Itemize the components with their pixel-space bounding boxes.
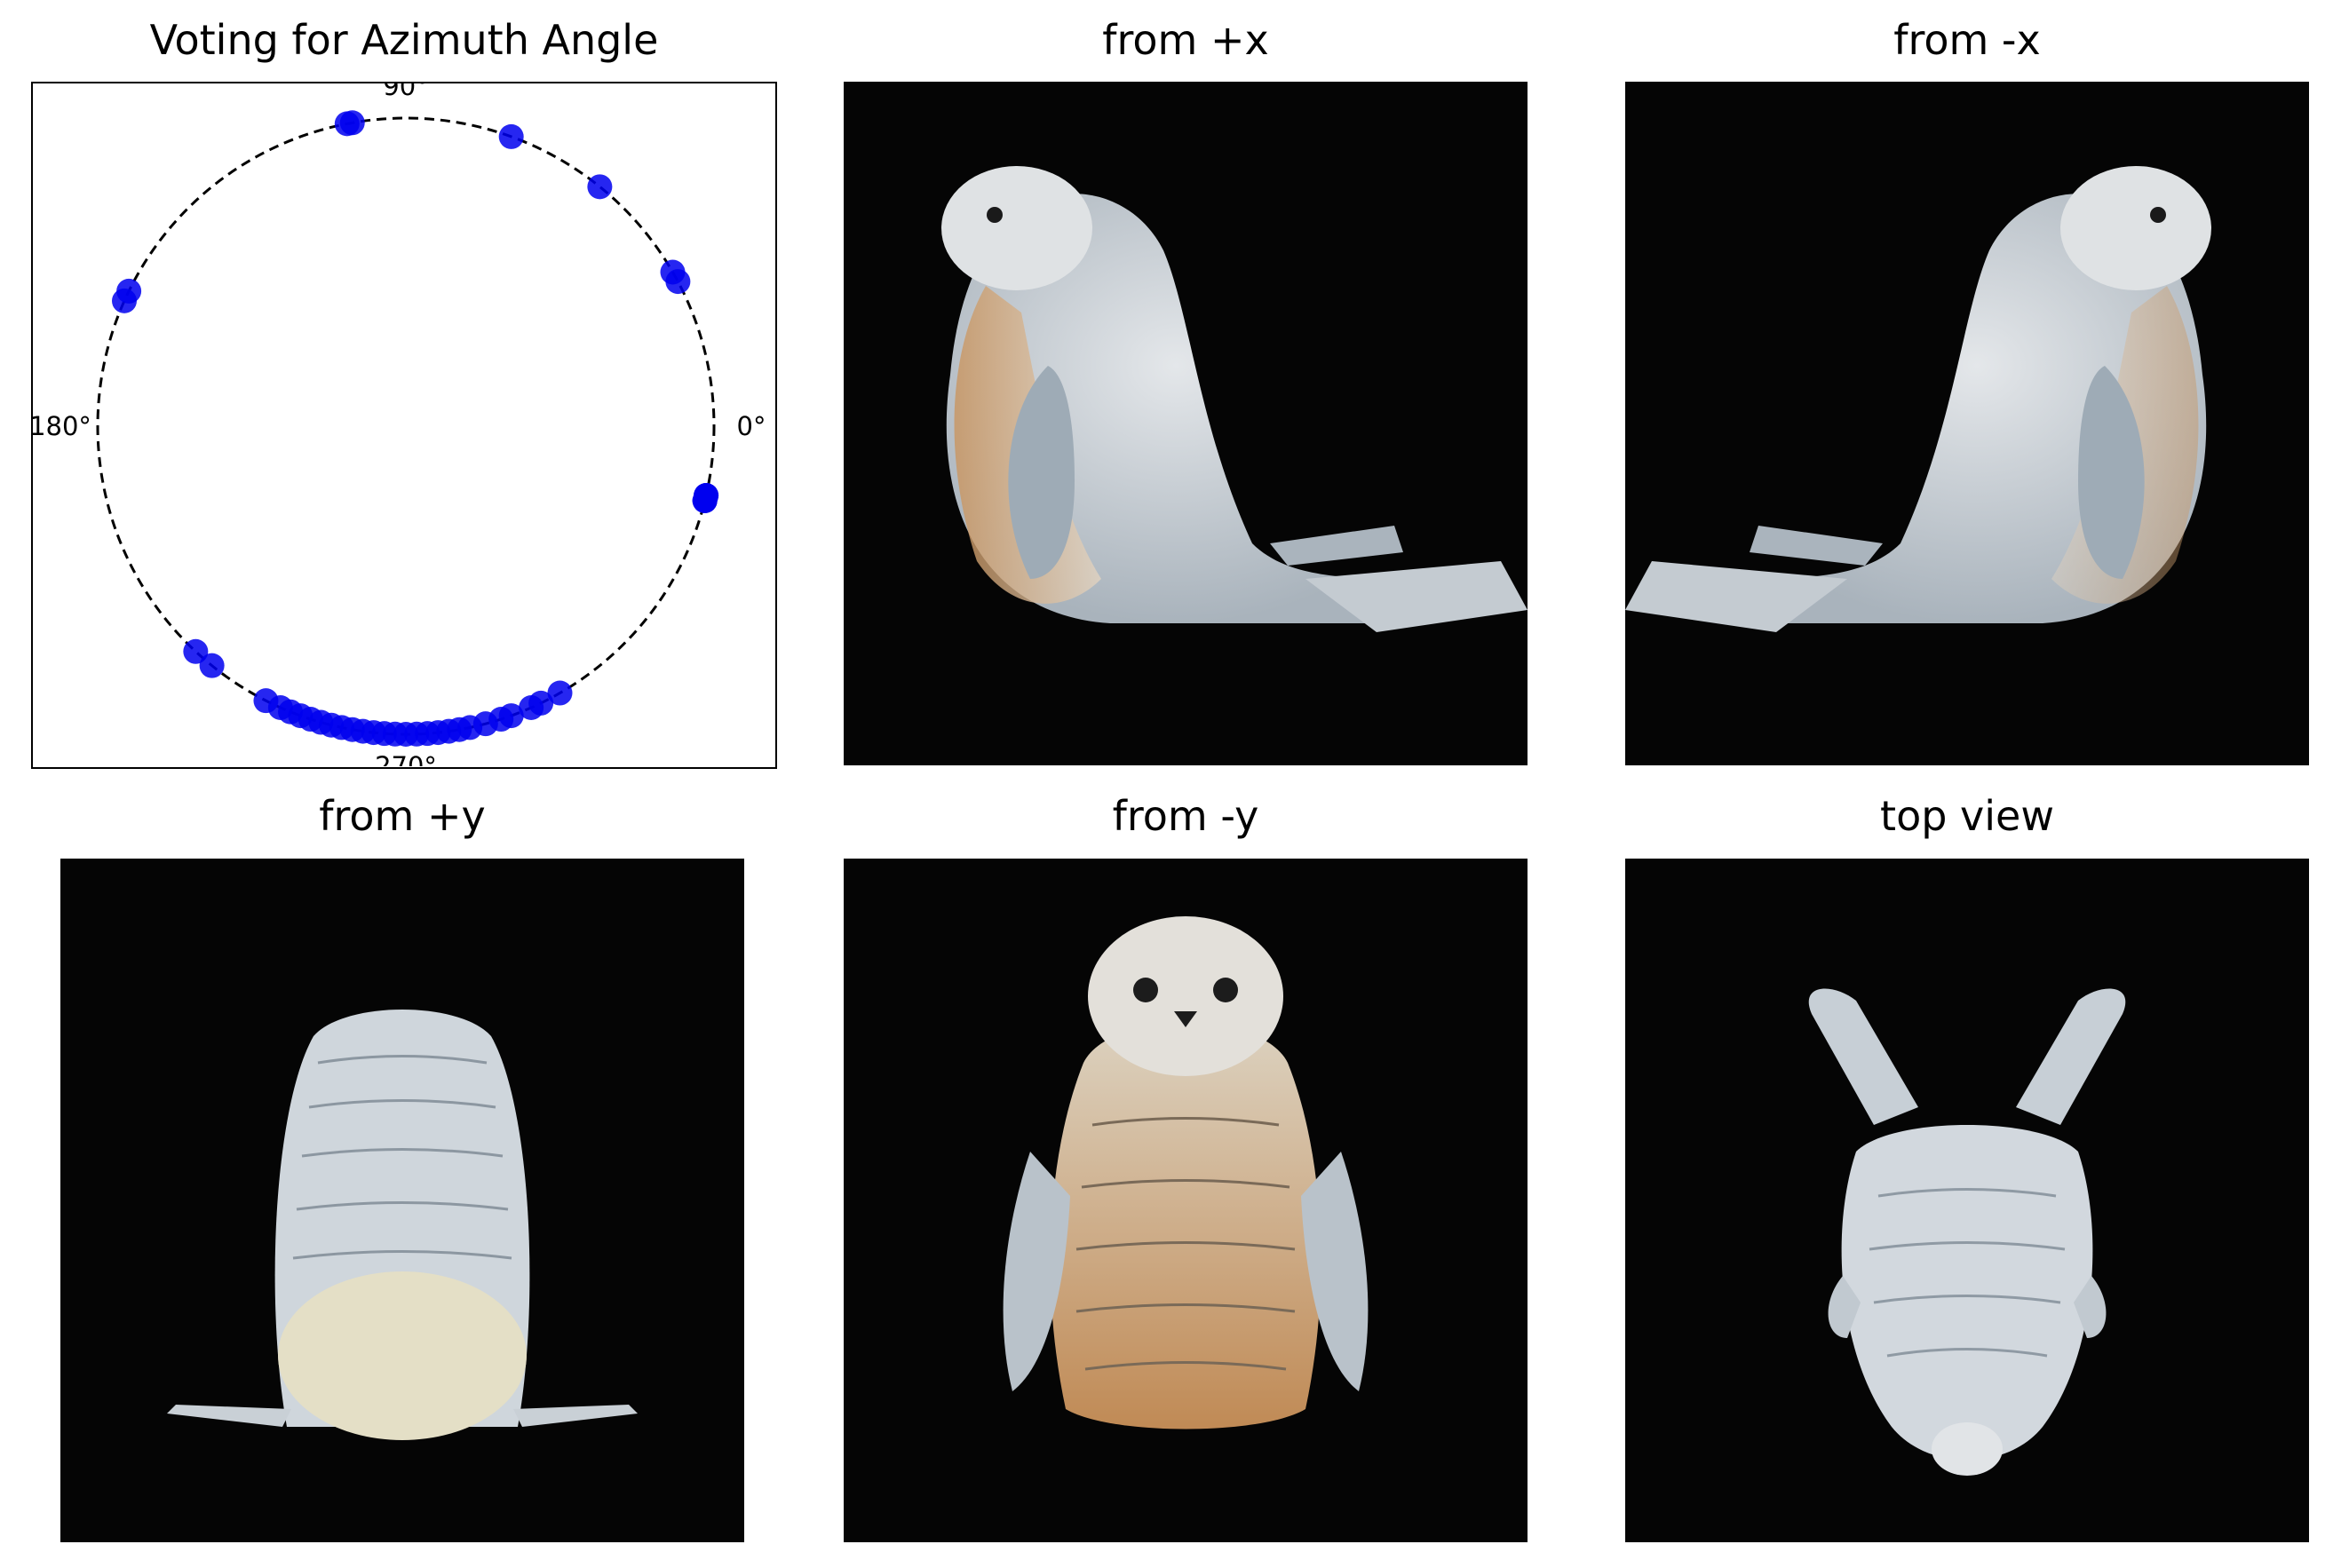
- seal-side-left-image: [1625, 166, 2211, 632]
- seal-front-image: [1003, 916, 1369, 1429]
- view-py-image: [60, 859, 744, 1542]
- view-px-image: [844, 82, 1528, 765]
- vote-point: [692, 487, 718, 513]
- vote-point: [183, 638, 209, 664]
- vote-point: [587, 174, 613, 200]
- angle-label-0: 0°: [737, 411, 766, 441]
- view-nx-image: [1625, 82, 2309, 765]
- azimuth-chart: 0° 90° 180° 270°: [31, 82, 777, 769]
- vote-point: [334, 111, 360, 137]
- view-nx-title: from -x: [1893, 16, 2041, 64]
- view-top-title: top view: [1880, 792, 2054, 840]
- vote-point: [498, 123, 524, 149]
- vote-point: [253, 688, 279, 714]
- angle-labels: 0° 90° 180° 270°: [33, 83, 766, 766]
- vote-point: [660, 259, 686, 285]
- view-ny-image: [844, 859, 1528, 1542]
- chart-title: Voting for Azimuth Angle: [149, 16, 659, 64]
- view-ny-title: from -y: [1112, 792, 1259, 840]
- view-py-title: from +y: [319, 792, 486, 840]
- vote-points: [111, 110, 719, 747]
- angle-label-90: 90°: [383, 83, 428, 101]
- angle-label-180: 180°: [33, 411, 91, 441]
- view-px-title: from +x: [1102, 16, 1269, 64]
- view-top-image: [1625, 859, 2309, 1542]
- seal-side-right-image: [941, 166, 1528, 632]
- azimuth-plot: 0° 90° 180° 270°: [33, 83, 766, 766]
- seal-top-image: [1808, 988, 2126, 1476]
- vote-point: [111, 288, 137, 313]
- seal-back-image: [167, 1010, 638, 1440]
- angle-label-270: 270°: [375, 751, 437, 766]
